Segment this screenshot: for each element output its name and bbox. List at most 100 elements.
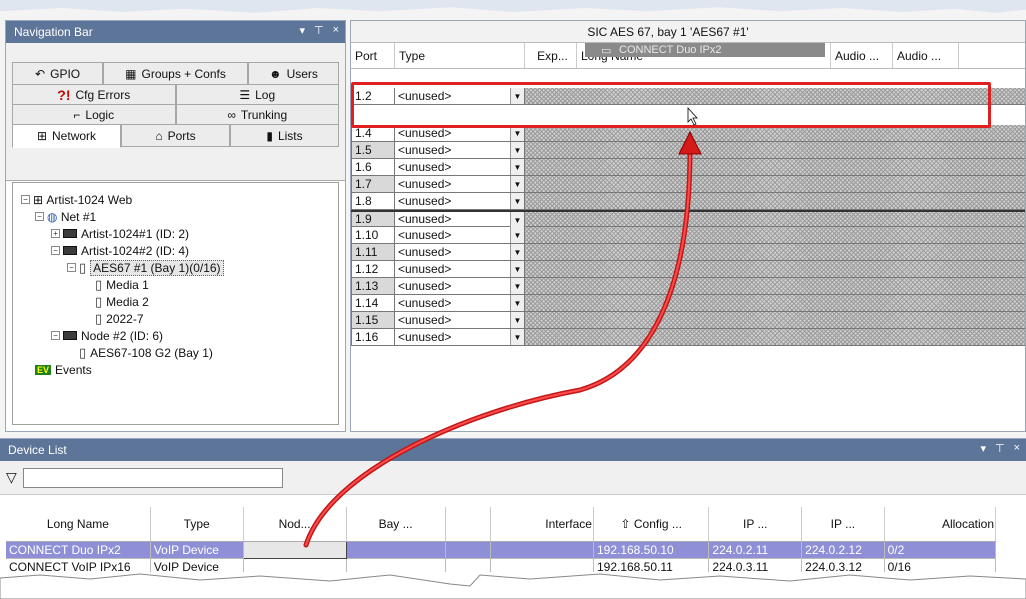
col-ip-2[interactable]: IP ... <box>801 507 885 542</box>
type-value: <unused> <box>398 143 452 157</box>
dropdown-arrow-icon[interactable]: ▼ <box>510 329 524 345</box>
col-blank[interactable] <box>445 507 491 542</box>
expand-icon[interactable]: + <box>51 229 60 238</box>
col-port[interactable]: Port <box>351 43 395 68</box>
gpio-icon: ↶ <box>35 66 46 81</box>
type-select[interactable]: <unused> ▼ <box>395 244 525 261</box>
cell-node[interactable] <box>242 540 347 559</box>
tab-ports[interactable]: ⌂ Ports <box>121 124 230 147</box>
type-select[interactable]: <unused> ▼ <box>395 227 525 244</box>
collapse-icon[interactable]: − <box>51 331 60 340</box>
tab-lists[interactable]: ▮ Lists <box>230 124 339 147</box>
tab-users[interactable]: ☻ Users <box>247 62 340 85</box>
tab-gpio[interactable]: ↶ GPIO <box>12 62 104 85</box>
port-row[interactable]: 1.16 <unused> ▼ <box>351 329 1025 346</box>
tree-node-node-2[interactable]: − Node #2 (ID: 6) <box>17 327 334 344</box>
tab-groups-confs[interactable]: ▦ Groups + Confs <box>103 62 248 85</box>
cell-ip1: 224.0.2.11 <box>708 541 803 559</box>
dropdown-arrow-icon[interactable]: ▼ <box>510 244 524 260</box>
tree-node-media-1[interactable]: ▯ Media 1 <box>17 276 334 293</box>
port-cell: 1.11 <box>351 244 395 261</box>
tab-network[interactable]: ⊞ Network <box>12 124 121 148</box>
hatched-cells <box>525 278 1025 295</box>
col-type[interactable]: Type <box>150 507 244 542</box>
col-node[interactable]: Nod... <box>243 507 347 542</box>
dropdown-arrow-icon[interactable]: ▼ <box>510 261 524 277</box>
port-row[interactable]: 1.11 <unused> ▼ <box>351 244 1025 261</box>
filter-input[interactable] <box>22 467 283 488</box>
type-select[interactable]: <unused> ▼ <box>395 329 525 346</box>
dropdown-arrow-icon[interactable]: ▼ <box>510 176 524 192</box>
tab-logic[interactable]: ⌐ Logic <box>12 104 176 125</box>
col-audio-2[interactable]: Audio ... <box>893 43 959 68</box>
tree-node-artist-2[interactable]: − Artist-1024#2 (ID: 4) <box>17 242 334 259</box>
tab-cfg-errors[interactable]: ?! Cfg Errors <box>12 84 176 105</box>
type-select[interactable]: <unused> ▼ <box>395 176 525 193</box>
collapse-icon[interactable]: − <box>21 195 30 204</box>
type-select[interactable]: <unused> ▼ <box>395 312 525 329</box>
cell-type: VoIP Device <box>150 541 244 559</box>
port-row[interactable]: 1.6 <unused> ▼ <box>351 159 1025 176</box>
col-type[interactable]: Type <box>395 43 525 68</box>
port-row[interactable]: 1.5 <unused> ▼ <box>351 142 1025 159</box>
col-audio-1[interactable]: Audio ... <box>831 43 893 68</box>
dropdown-arrow-icon[interactable]: ▼ <box>510 193 524 209</box>
port-row[interactable]: 1.15 <unused> ▼ <box>351 312 1025 329</box>
pin-icon[interactable]: ⊤ <box>314 24 324 37</box>
collapse-icon[interactable]: − <box>35 212 44 221</box>
port-row[interactable]: 1.14 <unused> ▼ <box>351 295 1025 312</box>
dropdown-arrow-icon[interactable]: ▼ <box>510 227 524 243</box>
col-long-name[interactable]: Long Name <box>6 507 151 542</box>
dropdown-icon[interactable]: ▾ <box>299 24 305 37</box>
port-row[interactable]: 1.8 <unused> ▼ <box>351 193 1025 210</box>
port-row[interactable]: 1.9 <unused> ▼ <box>351 210 1025 228</box>
collapse-icon[interactable]: − <box>51 246 60 255</box>
col-interface[interactable]: Interface <box>490 507 594 542</box>
dropdown-arrow-icon[interactable]: ▼ <box>510 312 524 328</box>
col-ip-1[interactable]: IP ... <box>708 507 803 542</box>
dropdown-arrow-icon[interactable]: ▼ <box>510 159 524 175</box>
port-row[interactable]: 1.12 <unused> ▼ <box>351 261 1025 278</box>
tree-node-events[interactable]: EV Events <box>17 361 334 378</box>
tab-label: Lists <box>277 128 303 143</box>
dropdown-icon[interactable]: ▾ <box>980 442 986 455</box>
tree-label: AES67-108 G2 (Bay 1) <box>90 345 213 360</box>
tab-log[interactable]: ☰ Log <box>175 84 339 105</box>
sort-up-icon: ⇧ <box>620 516 631 531</box>
lists-icon: ▮ <box>266 128 273 143</box>
type-select[interactable]: <unused> ▼ <box>395 142 525 159</box>
tab-label: Users <box>286 66 318 81</box>
col-allocation[interactable]: Allocation <box>884 507 997 542</box>
device-row[interactable]: CONNECT Duo IPx2 VoIP Device 192.168.50.10… <box>6 540 997 559</box>
port-row[interactable]: 1.13 <unused> ▼ <box>351 278 1025 295</box>
dropdown-arrow-icon[interactable]: ▼ <box>510 142 524 158</box>
dropdown-arrow-icon[interactable]: ▼ <box>510 295 524 311</box>
type-select[interactable]: <unused> ▼ <box>395 159 525 176</box>
port-row[interactable]: 1.7 <unused> ▼ <box>351 176 1025 193</box>
tree-node-aes67[interactable]: − ▯ AES67 #1 (Bay 1)(0/16) <box>17 259 334 276</box>
type-select[interactable]: <unused> ▼ <box>395 295 525 312</box>
tree-node-artist-1[interactable]: + Artist-1024#1 (ID: 2) <box>17 225 334 242</box>
bay-icon: ▯ <box>95 293 103 309</box>
close-icon[interactable]: × <box>1014 442 1020 455</box>
tree-node-media-2[interactable]: ▯ Media 2 <box>17 293 334 310</box>
dropdown-arrow-icon[interactable]: ▼ <box>510 212 524 228</box>
tab-trunking[interactable]: ∞ Trunking <box>175 104 339 125</box>
tree-node-root[interactable]: − ⊞ Artist-1024 Web <box>17 191 334 208</box>
tree-node-aes67-108[interactable]: ▯ AES67-108 G2 (Bay 1) <box>17 344 334 361</box>
close-icon[interactable]: × <box>333 24 339 37</box>
filter-icon[interactable]: ▽ <box>6 469 17 486</box>
type-select[interactable]: <unused> ▼ <box>395 278 525 295</box>
type-select[interactable]: <unused> ▼ <box>395 261 525 278</box>
col-exp[interactable]: Exp... <box>525 43 577 68</box>
collapse-icon[interactable]: − <box>67 263 76 272</box>
col-bay[interactable]: Bay ... <box>346 507 446 542</box>
type-select[interactable]: <unused> ▼ <box>395 193 525 210</box>
tree-node-net[interactable]: − ◍ Net #1 <box>17 208 334 225</box>
tree-node-2022-7[interactable]: ▯ 2022-7 <box>17 310 334 327</box>
port-row[interactable]: 1.10 <unused> ▼ <box>351 227 1025 244</box>
type-select[interactable]: <unused> ▼ <box>395 212 525 228</box>
dropdown-arrow-icon[interactable]: ▼ <box>510 278 524 294</box>
pin-icon[interactable]: ⊤ <box>995 442 1005 455</box>
col-config[interactable]: ⇧ Config ... <box>593 507 710 542</box>
